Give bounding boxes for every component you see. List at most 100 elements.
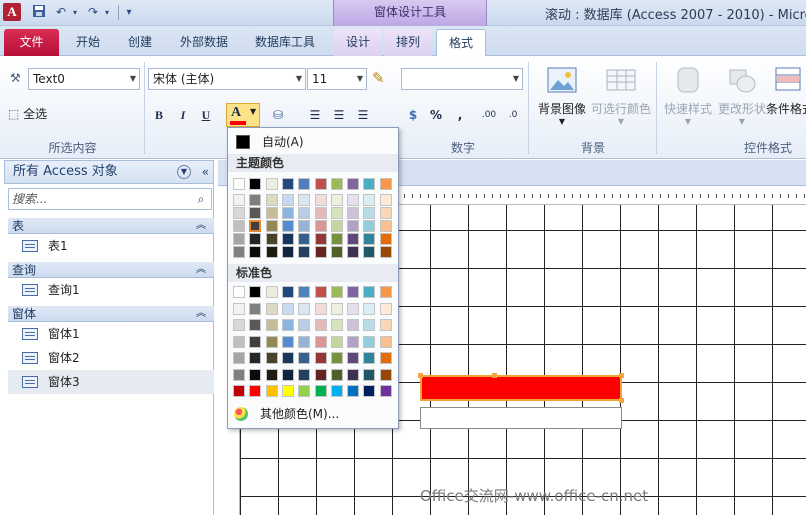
selected-textbox-text0[interactable]: [418, 373, 624, 403]
color-swatch[interactable]: [233, 207, 245, 219]
color-swatch[interactable]: [379, 207, 392, 219]
color-swatch[interactable]: [265, 286, 278, 298]
color-swatch[interactable]: [314, 335, 327, 348]
color-swatch[interactable]: [298, 368, 311, 381]
color-swatch[interactable]: [347, 335, 360, 348]
color-swatch[interactable]: [314, 194, 327, 206]
color-swatch[interactable]: [249, 319, 262, 331]
color-swatch[interactable]: [379, 194, 392, 206]
search-field[interactable]: 搜索... ⌕: [8, 188, 212, 210]
tab-external-data[interactable]: 外部数据: [170, 29, 238, 56]
color-swatch[interactable]: [314, 220, 327, 232]
color-swatch[interactable]: [298, 352, 311, 364]
color-swatch[interactable]: [298, 207, 311, 219]
nav-group-tables[interactable]: 表 ︽: [8, 218, 214, 234]
undo-dropdown-icon[interactable]: ▾: [66, 4, 84, 21]
color-swatch[interactable]: [233, 368, 245, 381]
color-swatch[interactable]: [233, 385, 245, 397]
color-swatch[interactable]: [281, 335, 294, 348]
color-swatch[interactable]: [314, 246, 327, 258]
color-swatch[interactable]: [347, 207, 360, 219]
font-color-button[interactable]: A ▼: [226, 103, 260, 127]
color-swatch[interactable]: [347, 178, 360, 190]
color-swatch[interactable]: [330, 335, 343, 348]
property-sheet-icon[interactable]: ⚒: [10, 68, 21, 88]
color-swatch[interactable]: [314, 286, 327, 298]
resize-handle[interactable]: [418, 373, 423, 378]
color-swatch[interactable]: [330, 207, 343, 219]
color-swatch[interactable]: [330, 368, 343, 381]
select-all-button[interactable]: ⬚ 全选: [8, 104, 47, 124]
resize-handle[interactable]: [619, 398, 624, 403]
color-swatch[interactable]: [249, 194, 262, 206]
color-swatch[interactable]: [298, 246, 311, 258]
nav-item-form3[interactable]: 窗体3: [8, 370, 214, 394]
more-colors-option[interactable]: 其他颜色(M)...: [228, 404, 398, 424]
color-swatch[interactable]: [265, 319, 278, 331]
color-swatch[interactable]: [233, 220, 245, 232]
color-swatch[interactable]: [265, 233, 278, 245]
decrease-decimals-icon[interactable]: .0: [504, 106, 522, 124]
color-swatch[interactable]: [249, 385, 262, 397]
color-swatch[interactable]: [314, 302, 327, 315]
color-swatch[interactable]: [363, 385, 376, 397]
color-swatch[interactable]: [298, 233, 311, 245]
tab-format[interactable]: 格式: [436, 29, 486, 56]
nav-item-query1[interactable]: 查询1: [8, 278, 214, 302]
color-swatch[interactable]: [363, 319, 376, 331]
comma-button[interactable]: ,: [451, 106, 469, 124]
color-swatch[interactable]: [314, 207, 327, 219]
color-swatch[interactable]: [347, 352, 360, 364]
color-swatch[interactable]: [363, 178, 376, 190]
nav-menu-icon[interactable]: ▼: [177, 165, 191, 179]
color-swatch[interactable]: [330, 246, 343, 258]
color-swatch[interactable]: [281, 368, 294, 381]
color-swatch[interactable]: [233, 302, 245, 315]
color-swatch[interactable]: [298, 286, 311, 298]
color-swatch[interactable]: [265, 385, 278, 397]
color-swatch[interactable]: [281, 302, 294, 315]
increase-decimals-icon[interactable]: .00: [480, 106, 498, 124]
color-swatch[interactable]: [363, 302, 376, 315]
color-swatch[interactable]: [249, 233, 262, 245]
align-right-icon[interactable]: ☰: [354, 106, 372, 124]
color-swatch[interactable]: [265, 352, 278, 364]
color-swatch[interactable]: [314, 368, 327, 381]
color-swatch[interactable]: [347, 319, 360, 331]
color-swatch[interactable]: [265, 178, 278, 190]
color-swatch[interactable]: [314, 385, 327, 397]
color-swatch[interactable]: [265, 302, 278, 315]
color-swatch[interactable]: [363, 335, 376, 348]
color-swatch[interactable]: [363, 246, 376, 258]
color-swatch[interactable]: [281, 352, 294, 364]
color-swatch[interactable]: [379, 319, 392, 331]
chevron-down-icon[interactable]: ▼: [250, 107, 256, 116]
color-swatch[interactable]: [363, 207, 376, 219]
color-swatch[interactable]: [233, 246, 245, 258]
color-swatch[interactable]: [379, 246, 392, 258]
color-swatch[interactable]: [330, 385, 343, 397]
color-swatch[interactable]: [233, 233, 245, 245]
color-swatch[interactable]: [347, 286, 360, 298]
color-swatch[interactable]: [249, 246, 262, 258]
color-swatch[interactable]: [379, 233, 392, 245]
color-swatch[interactable]: [249, 286, 262, 298]
color-swatch[interactable]: [233, 178, 245, 190]
color-swatch[interactable]: [379, 368, 392, 381]
color-swatch[interactable]: [265, 194, 278, 206]
color-swatch[interactable]: [249, 178, 262, 190]
tab-arrange[interactable]: 排列: [384, 29, 432, 56]
conditional-format-button[interactable]: 条件格式: [766, 62, 806, 132]
color-swatch[interactable]: [233, 352, 245, 364]
color-swatch[interactable]: [281, 385, 294, 397]
color-swatch[interactable]: [298, 178, 311, 190]
color-swatch[interactable]: [281, 233, 294, 245]
color-swatch[interactable]: [330, 233, 343, 245]
collapse-pane-icon[interactable]: «: [202, 161, 209, 183]
color-swatch[interactable]: [379, 352, 392, 364]
color-swatch[interactable]: [363, 233, 376, 245]
tab-create[interactable]: 创建: [116, 29, 164, 56]
color-swatch[interactable]: [347, 385, 360, 397]
color-swatch[interactable]: [379, 220, 392, 232]
color-swatch[interactable]: [249, 207, 262, 219]
